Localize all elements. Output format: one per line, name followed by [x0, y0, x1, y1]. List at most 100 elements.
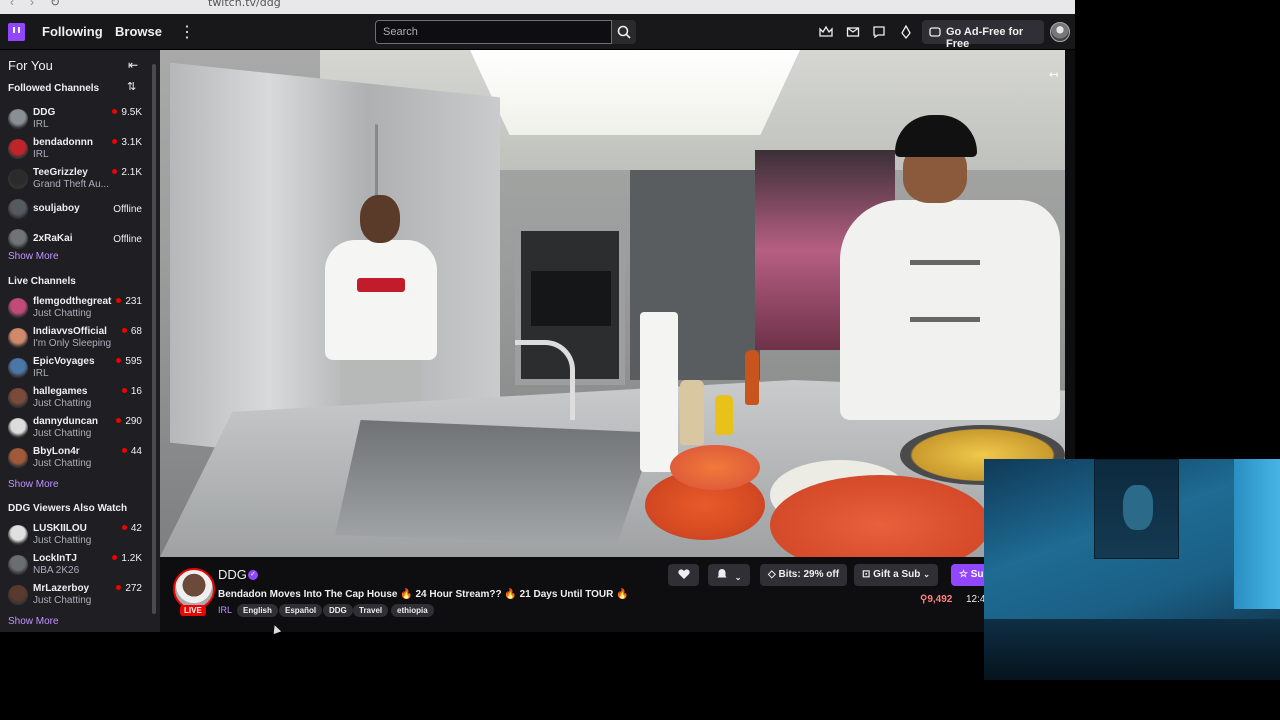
search-input[interactable]: Search: [375, 20, 612, 44]
webcam-poster: [1094, 459, 1179, 559]
gift-sub-button[interactable]: ⊡ Gift a Sub ⌄: [854, 564, 938, 586]
channel-name: flemgodthegreat: [33, 296, 112, 307]
channel-row[interactable]: MrLazerboy Just Chatting 272: [8, 582, 148, 608]
bits-discount-label: Bits: 29% off: [778, 569, 840, 580]
gift-sub-label: Gift a Sub: [873, 569, 921, 580]
channel-viewer-count: 2.1K: [112, 167, 142, 178]
stream-tag[interactable]: English: [237, 604, 278, 617]
bits-icon[interactable]: [899, 25, 913, 39]
also-show-more[interactable]: Show More: [8, 616, 59, 627]
live-channels-heading: Live Channels: [8, 276, 76, 287]
twitch-logo-icon[interactable]: [8, 23, 25, 41]
channel-viewer-count: 16: [122, 386, 142, 397]
video-scene-paper-towel: [640, 312, 678, 472]
channel-row[interactable]: 2xRaKai Offline: [8, 226, 148, 252]
video-scene-bottle: [680, 380, 704, 445]
channel-name: 2xRaKai: [33, 233, 73, 244]
channel-status: Offline: [113, 234, 142, 245]
channel-viewer-count: 3.1K: [112, 137, 142, 148]
bits-discount-button[interactable]: ◇ Bits: 29% off: [760, 564, 848, 586]
theater-mode-icon[interactable]: ↤: [1049, 68, 1058, 81]
stream-tag[interactable]: DDG: [323, 604, 353, 617]
live-show-more[interactable]: Show More: [8, 479, 59, 490]
channel-name: MrLazerboy: [33, 583, 90, 594]
video-scene-bottle: [745, 350, 759, 405]
forward-icon[interactable]: ›: [30, 0, 34, 9]
notifications-button[interactable]: ⌄: [708, 564, 750, 586]
browser-address-bar: ‹ › ↻ twitch.tv/ddg: [0, 0, 1075, 14]
user-avatar[interactable]: [1050, 22, 1070, 42]
channel-row[interactable]: flemgodthegreat Just Chatting 231: [8, 295, 148, 321]
channel-row[interactable]: hallegames Just Chatting 16: [8, 385, 148, 411]
video-player[interactable]: ↤: [160, 50, 1065, 557]
verified-icon: ✓: [248, 570, 258, 580]
channel-row[interactable]: IndiavvsOfficial I'm Only Sleeping 68: [8, 325, 148, 351]
channel-avatar: [8, 139, 28, 159]
channel-avatar[interactable]: [173, 568, 215, 610]
channel-name[interactable]: DDG: [218, 567, 247, 582]
channel-row[interactable]: LockInTJ NBA 2K26 1.2K: [8, 552, 148, 578]
chevron-down-icon: ⌄: [923, 570, 930, 579]
inbox-icon[interactable]: [846, 25, 860, 39]
video-scene-skylight: [470, 50, 800, 135]
bits-gem-icon: ◇: [768, 569, 779, 580]
channel-row[interactable]: souljaboy Offline: [8, 196, 148, 222]
channel-avatar: [8, 169, 28, 189]
channel-viewer-count: 290: [116, 416, 142, 427]
channel-avatar: [8, 298, 28, 318]
channel-avatar: [8, 418, 28, 438]
stream-tag[interactable]: Español: [279, 604, 323, 617]
channel-avatar: [8, 199, 28, 219]
go-ad-free-button[interactable]: Go Ad-Free for Free: [922, 20, 1044, 50]
channel-row[interactable]: EpicVoyages IRL 595: [8, 355, 148, 381]
channel-name: souljaboy: [33, 203, 80, 214]
stream-tag[interactable]: ethiopia: [391, 604, 434, 617]
back-icon[interactable]: ‹: [10, 0, 14, 9]
followed-channels-heading: Followed Channels: [8, 83, 100, 94]
channel-name: hallegames: [33, 386, 88, 397]
video-scene-plate: [670, 445, 760, 490]
channel-category: Just Chatting: [33, 595, 92, 606]
channel-avatar: [8, 555, 28, 575]
webcam-bed: [984, 619, 1280, 680]
channel-row[interactable]: bendadonnn IRL 3.1K: [8, 136, 148, 162]
crown-icon[interactable]: [819, 25, 833, 39]
channel-row[interactable]: BbyLon4r Just Chatting 44: [8, 445, 148, 471]
sort-icon[interactable]: ⇅: [127, 80, 136, 93]
stream-tag[interactable]: Travel: [353, 604, 389, 617]
channel-viewer-count: 44: [122, 446, 142, 457]
collapse-sidebar-icon[interactable]: ⇤: [128, 58, 138, 72]
channel-viewer-count: 272: [116, 583, 142, 594]
video-scene-person-right: [800, 115, 1065, 455]
heart-icon: [678, 569, 690, 579]
followed-show-more[interactable]: Show More: [8, 251, 59, 262]
channel-category: IRL: [33, 149, 49, 160]
channel-row[interactable]: dannyduncan Just Chatting 290: [8, 415, 148, 441]
channel-category: Grand Theft Au...: [33, 179, 109, 190]
reload-icon[interactable]: ↻: [50, 0, 60, 9]
more-menu-icon[interactable]: ⋮: [179, 22, 195, 42]
scrollbar-thumb[interactable]: [152, 64, 156, 614]
channel-category: Just Chatting: [33, 398, 92, 409]
url-text[interactable]: twitch.tv/ddg: [208, 0, 281, 9]
nav-browse[interactable]: Browse: [115, 24, 162, 39]
channel-row[interactable]: DDG IRL 9.5K: [8, 106, 148, 132]
channel-avatar: [8, 229, 28, 249]
sidebar-scrollbar[interactable]: [151, 60, 157, 628]
viewer-count: ⚲9,492: [920, 594, 952, 605]
stream-category[interactable]: IRL: [218, 605, 232, 615]
whispers-icon[interactable]: [872, 25, 886, 39]
stream-uptime: 12:4: [966, 594, 986, 605]
follow-heart-button[interactable]: [668, 564, 699, 586]
search-button[interactable]: [612, 20, 636, 44]
channel-category: Just Chatting: [33, 308, 92, 319]
nav-following[interactable]: Following: [42, 24, 103, 39]
channel-category: IRL: [33, 119, 49, 130]
channel-avatar: [8, 585, 28, 605]
channel-name: dannyduncan: [33, 416, 99, 427]
channel-viewer-count: 68: [122, 326, 142, 337]
channel-row[interactable]: TeeGrizzley Grand Theft Au... 2.1K: [8, 166, 148, 192]
channel-row[interactable]: LUSKIILOU Just Chatting 42: [8, 522, 148, 548]
star-icon: ☆: [959, 569, 971, 580]
ad-free-icon: [929, 27, 941, 37]
